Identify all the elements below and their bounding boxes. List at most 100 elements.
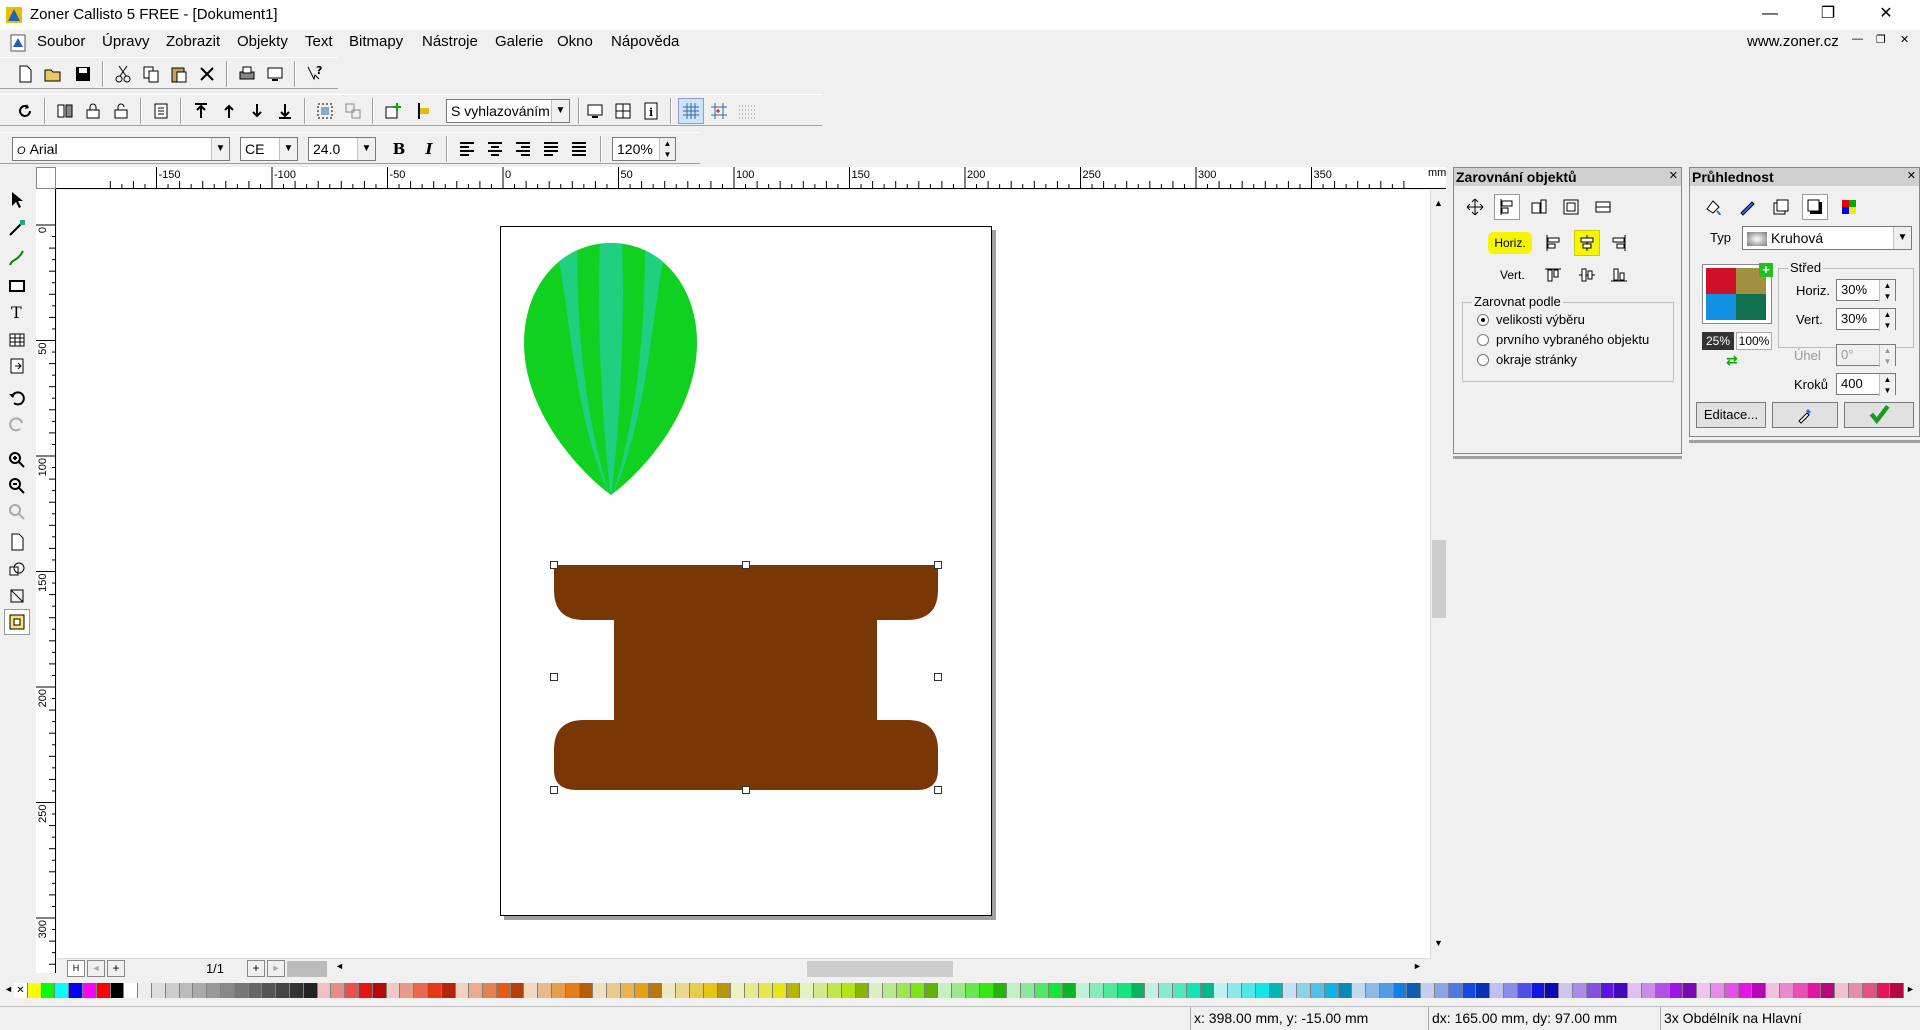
- fill-icon[interactable]: [1700, 194, 1726, 220]
- palette-swatch[interactable]: [717, 983, 732, 998]
- palette-swatch[interactable]: [400, 983, 415, 998]
- distribute-tab-icon[interactable]: [1590, 194, 1616, 220]
- palette-swatch[interactable]: [165, 983, 180, 998]
- palette-swatch[interactable]: [1241, 983, 1256, 998]
- doc-close-icon[interactable]: ✕: [1900, 33, 1909, 46]
- group-icon[interactable]: [312, 98, 338, 124]
- selection-handle-r[interactable]: [934, 673, 942, 681]
- palette-swatch[interactable]: [1531, 983, 1546, 998]
- palette-swatch[interactable]: [1393, 983, 1408, 998]
- layers-icon[interactable]: [1768, 194, 1794, 220]
- palette-swatch[interactable]: [1338, 983, 1353, 998]
- palette-swatch[interactable]: [455, 983, 470, 998]
- move-icon[interactable]: [1462, 194, 1488, 220]
- palette-right-icon[interactable]: ►: [1906, 984, 1915, 994]
- palette-swatch[interactable]: [1504, 983, 1518, 998]
- zoom-fit-icon[interactable]: [4, 499, 30, 525]
- palette-swatch[interactable]: [317, 983, 332, 998]
- selection-handle-b[interactable]: [742, 786, 750, 794]
- palette-swatch[interactable]: [924, 983, 939, 998]
- palette-swatch[interactable]: [1821, 983, 1836, 998]
- start-percent[interactable]: 25%: [1702, 332, 1734, 350]
- palette-swatch[interactable]: [69, 983, 83, 998]
- palette-swatch[interactable]: [703, 983, 718, 998]
- apply-button[interactable]: [1844, 402, 1914, 428]
- horizontal-scroll-thumb[interactable]: [807, 961, 953, 977]
- zoom-input[interactable]: 120% ▲ ▼: [612, 137, 676, 161]
- palette-swatch[interactable]: [593, 983, 608, 998]
- palette-swatch[interactable]: [1117, 983, 1132, 998]
- scroll-right-icon[interactable]: ►: [1413, 961, 1422, 971]
- palette-swatch[interactable]: [690, 983, 704, 998]
- scroll-thumb[interactable]: [1432, 540, 1446, 618]
- palette-swatch[interactable]: [179, 983, 194, 998]
- palette-swatch[interactable]: [1752, 983, 1767, 998]
- palette-swatch[interactable]: [1600, 983, 1615, 998]
- center-horiz-input[interactable]: 30% ▲ ▼: [1836, 279, 1896, 302]
- palette-swatch[interactable]: [1766, 983, 1780, 998]
- palette-swatch[interactable]: [1007, 983, 1022, 998]
- charset-select[interactable]: CE ▼: [240, 137, 298, 161]
- palette-swatch[interactable]: [1379, 983, 1394, 998]
- snap-grid-icon[interactable]: [706, 98, 732, 124]
- palette-swatch[interactable]: [1559, 983, 1574, 998]
- page-icon[interactable]: [4, 529, 30, 555]
- close-icon[interactable]: ✕: [1907, 169, 1916, 182]
- palette-swatch[interactable]: [27, 983, 42, 998]
- rectangle-tool-icon[interactable]: [4, 273, 30, 299]
- palette-swatch[interactable]: [938, 983, 953, 998]
- align-top-icon[interactable]: [1540, 262, 1566, 288]
- selection-handle-tl[interactable]: [550, 561, 558, 569]
- spin-icon[interactable]: ▲ ▼: [659, 138, 675, 160]
- menu-zobrazit[interactable]: Zobrazit: [166, 33, 220, 50]
- shape-tool-icon[interactable]: [4, 557, 30, 583]
- palette-swatch[interactable]: [800, 983, 815, 998]
- palette-swatch[interactable]: [1586, 983, 1601, 998]
- size-tab-icon[interactable]: [1526, 194, 1552, 220]
- palette-swatch[interactable]: [510, 983, 525, 998]
- spin-icon[interactable]: ▲ ▼: [1879, 280, 1895, 302]
- send-to-back-icon[interactable]: [272, 98, 298, 124]
- info-icon[interactable]: i: [638, 98, 664, 124]
- palette-swatch[interactable]: [1214, 983, 1229, 998]
- end-percent[interactable]: 100%: [1736, 332, 1772, 350]
- palette-swatch[interactable]: [1186, 983, 1201, 998]
- palette-swatch[interactable]: [1172, 983, 1187, 998]
- palette-swatch[interactable]: [1421, 983, 1436, 998]
- steps-input[interactable]: 400 ▲ ▼: [1836, 373, 1896, 396]
- font-select[interactable]: O Arial ▼: [12, 137, 230, 161]
- palette-swatch[interactable]: [1545, 983, 1560, 998]
- radio-first-object[interactable]: [1477, 334, 1489, 346]
- transform-icon[interactable]: [4, 583, 30, 609]
- zoom-in-icon[interactable]: [4, 447, 30, 473]
- menu-upravy[interactable]: Úpravy: [102, 33, 150, 50]
- palette-swatch[interactable]: [524, 983, 539, 998]
- palette-swatch[interactable]: [1310, 983, 1325, 998]
- palette-swatch[interactable]: [1090, 983, 1104, 998]
- bitmap-tool-icon[interactable]: [4, 609, 30, 635]
- balloon-shape[interactable]: [517, 240, 707, 500]
- basket-shape[interactable]: [554, 565, 938, 790]
- align-left-icon[interactable]: [1540, 230, 1566, 256]
- grid-view-icon[interactable]: [610, 98, 636, 124]
- palette-swatch[interactable]: [124, 983, 139, 998]
- print-icon[interactable]: [234, 61, 260, 87]
- h-scroll-start[interactable]: [287, 961, 327, 977]
- pen-icon[interactable]: [1734, 194, 1760, 220]
- palette-swatch[interactable]: [910, 983, 925, 998]
- palette-swatch[interactable]: [648, 983, 663, 998]
- palette-swatch[interactable]: [883, 983, 897, 998]
- insert-object-icon[interactable]: [380, 98, 406, 124]
- preview-icon[interactable]: [262, 61, 288, 87]
- align-bottom-icon[interactable]: [1606, 262, 1632, 288]
- palette-swatch[interactable]: [1297, 983, 1311, 998]
- palette-swatch[interactable]: [1228, 983, 1242, 998]
- redo-icon[interactable]: [4, 411, 30, 437]
- artwork[interactable]: [57, 190, 1430, 960]
- palette-swatch[interactable]: [1103, 983, 1118, 998]
- save-icon[interactable]: [70, 61, 96, 87]
- palette-swatch[interactable]: [828, 983, 842, 998]
- smoothing-select[interactable]: S vyhlazováním ▼: [446, 99, 570, 123]
- palette-swatch[interactable]: [1780, 983, 1794, 998]
- palette-swatch[interactable]: [1034, 983, 1049, 998]
